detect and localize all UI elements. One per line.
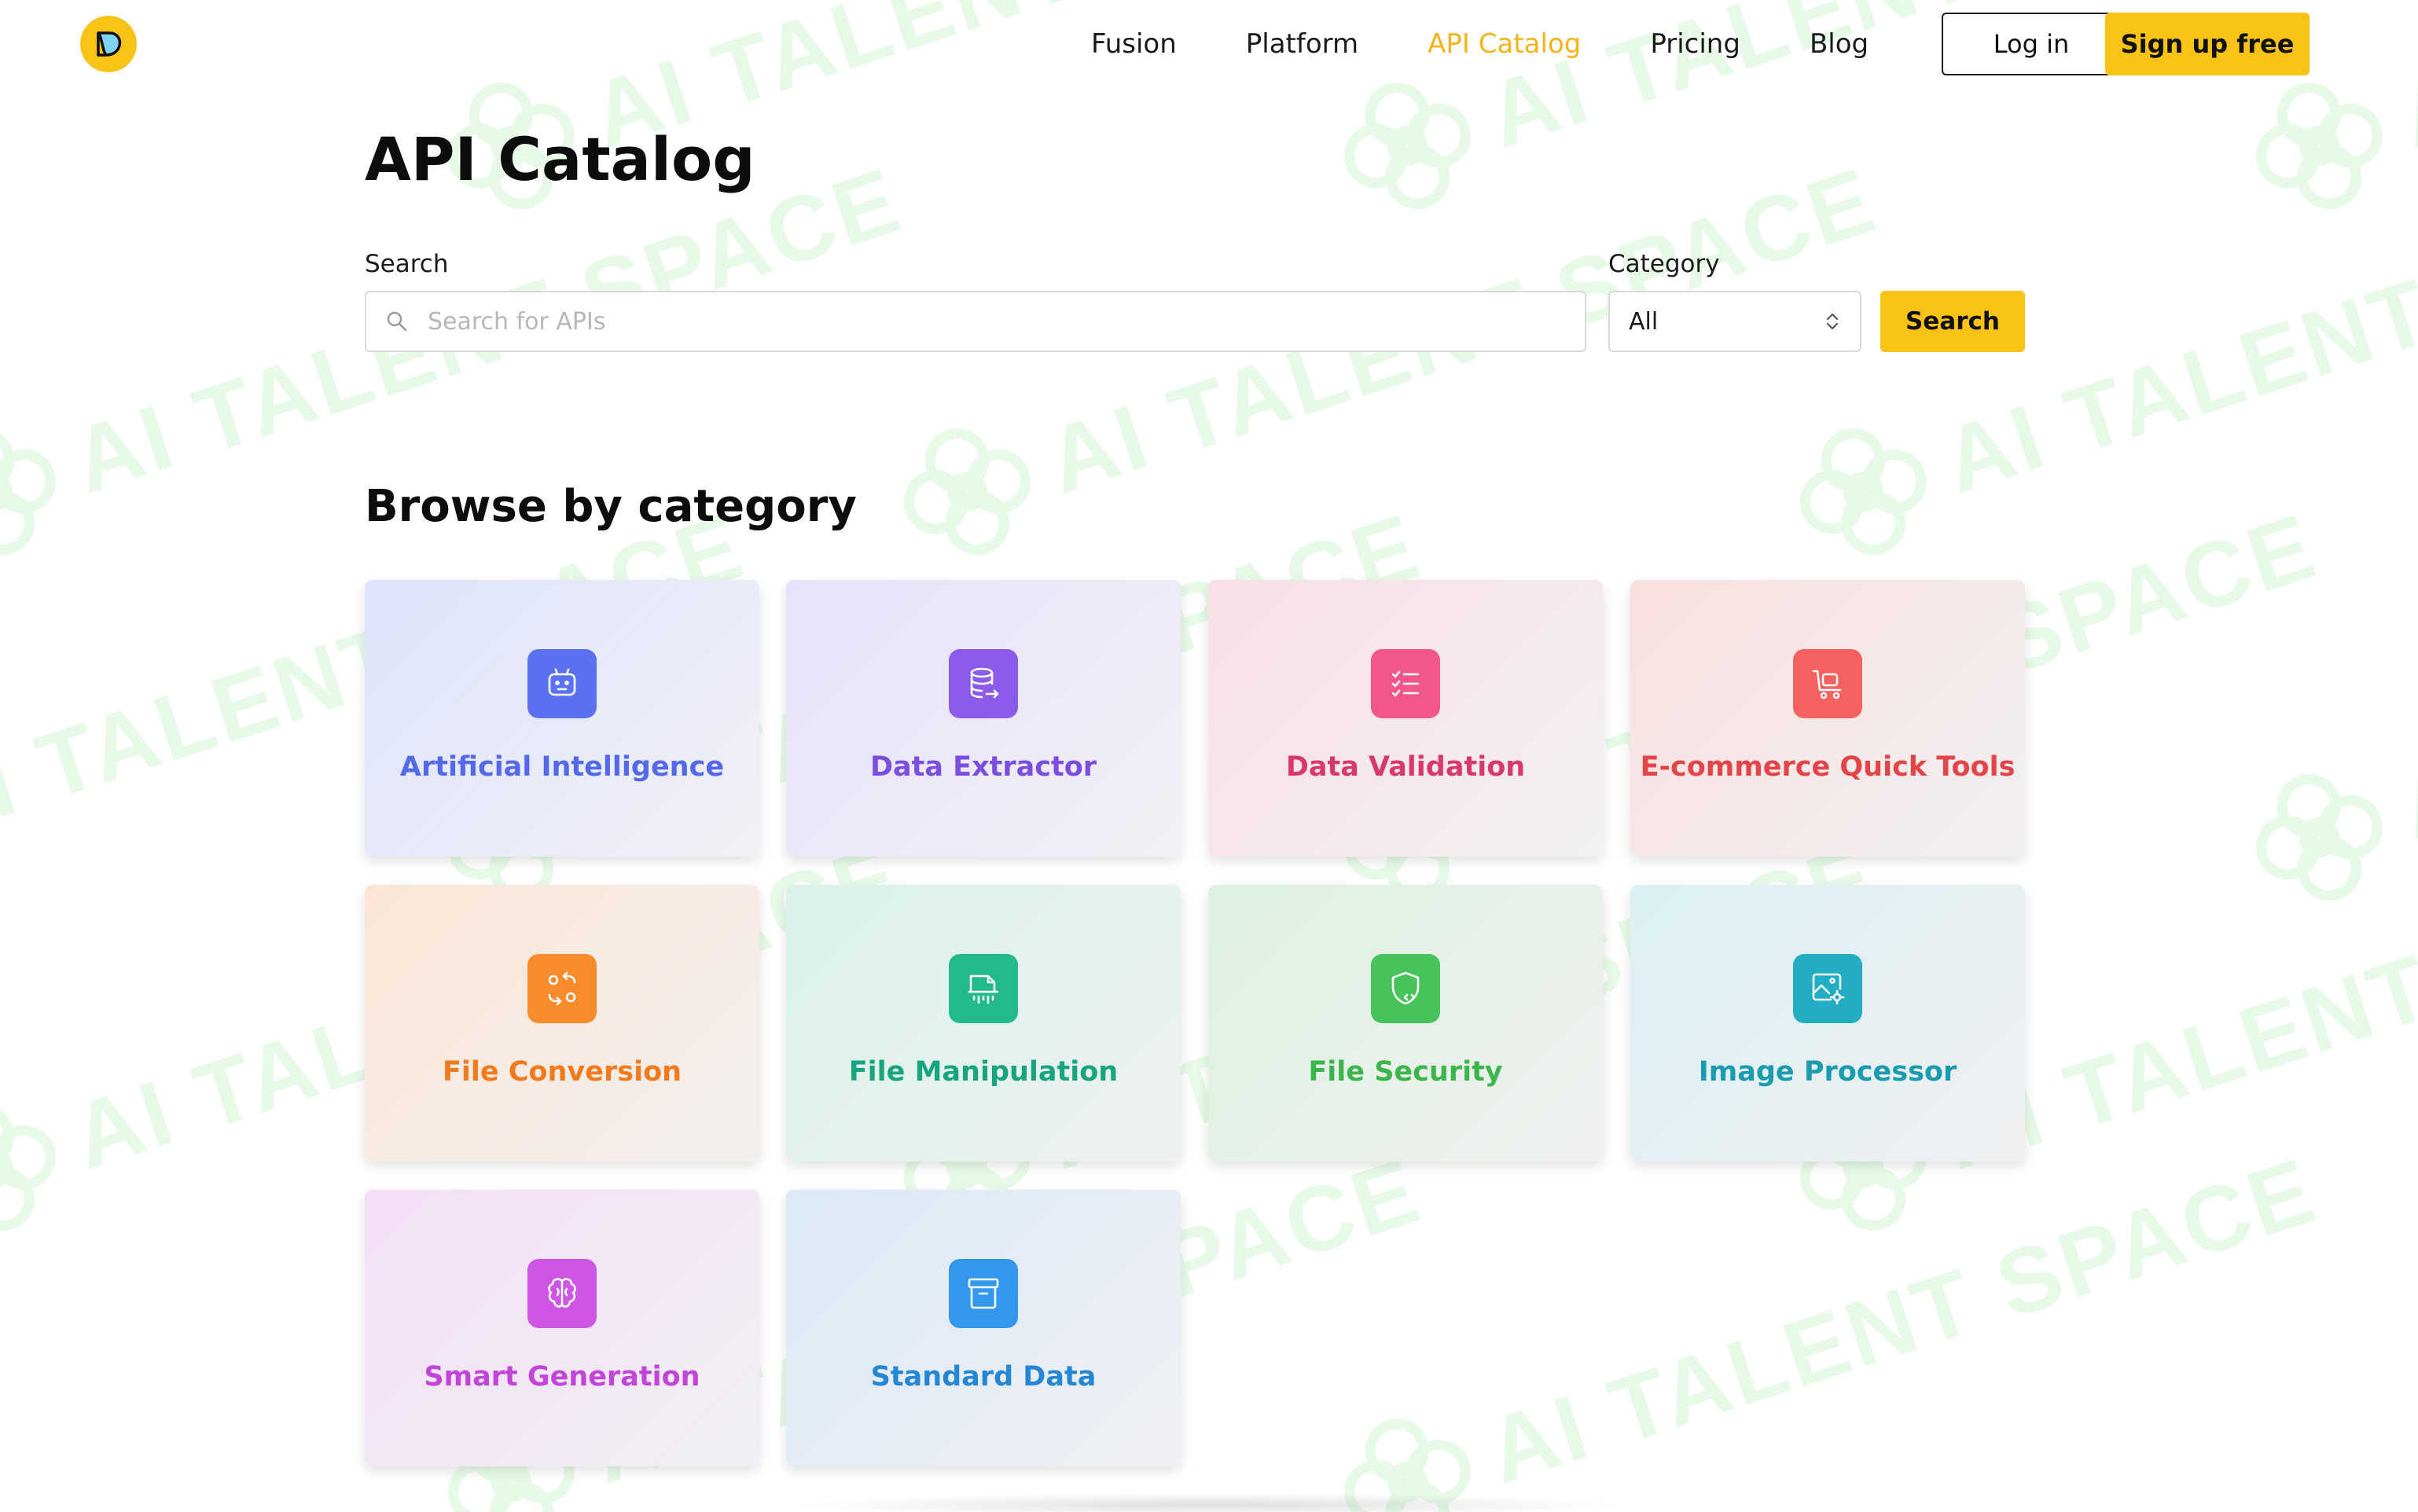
shopping-cart-icon	[1793, 649, 1862, 718]
category-name: Standard Data	[870, 1361, 1097, 1393]
category-name: Smart Generation	[424, 1361, 700, 1393]
category-label: Category	[1608, 250, 1720, 278]
search-input[interactable]	[428, 307, 1528, 336]
nav-link-pricing[interactable]: Pricing	[1650, 28, 1740, 60]
top-navigation-bar: Fusion Platform API Catalog Pricing Blog…	[0, 0, 2418, 88]
category-name: Data Validation	[1285, 751, 1526, 783]
brand-logo-glyph	[97, 31, 122, 57]
select-arrows-icon	[1826, 313, 1839, 330]
category-name: Data Extractor	[869, 751, 1097, 783]
category-card-file-security[interactable]: File Security	[1208, 885, 1603, 1162]
watermark-tile: AI TALENT SPACE	[1314, 1117, 2336, 1512]
signup-button[interactable]: Sign up free	[2105, 13, 2310, 75]
browse-by-category-heading: Browse by category	[365, 481, 857, 532]
watermark-tile: AI TALENT SPACE	[2225, 472, 2418, 931]
watermark-flower-icon	[2255, 774, 2383, 901]
category-name: Artificial Intelligence	[399, 751, 725, 783]
watermark-tile: AI TALENT SPACE	[873, 127, 1896, 585]
category-card-ecommerce-quick-tools[interactable]: E-commerce Quick Tools	[1630, 580, 2025, 857]
search-label: Search	[365, 250, 449, 278]
category-card-image-processor[interactable]: Image Processor	[1630, 885, 2025, 1162]
watermark-text: AI TALENT SPACE	[2387, 494, 2418, 860]
nav-link-api-catalog[interactable]: API Catalog	[1428, 28, 1581, 60]
archive-box-icon	[949, 1259, 1018, 1328]
category-name: File Manipulation	[848, 1056, 1119, 1088]
shield-code-icon	[1371, 954, 1440, 1023]
bottom-shadow	[786, 1493, 1635, 1512]
checklist-icon	[1371, 649, 1440, 718]
watermark-tile: AI TALENT SPACE	[1769, 127, 2418, 585]
login-button[interactable]: Log in	[1942, 13, 2121, 75]
category-name: File Conversion	[442, 1056, 682, 1088]
main-nav: Fusion Platform API Catalog Pricing Blog	[1091, 13, 1938, 75]
page-title: API Catalog	[365, 124, 755, 194]
convert-arrows-icon	[527, 954, 597, 1023]
category-selected-value: All	[1629, 307, 1659, 336]
search-icon	[387, 311, 407, 332]
watermark-flower-icon	[0, 1104, 56, 1231]
category-card-artificial-intelligence[interactable]: Artificial Intelligence	[365, 580, 759, 857]
category-card-smart-generation[interactable]: Smart Generation	[365, 1190, 759, 1466]
watermark-text: AI TALENT SPACE	[1475, 1138, 2329, 1504]
category-name: File Security	[1308, 1056, 1503, 1088]
watermark-flower-icon	[0, 428, 56, 556]
category-name: E-commerce Quick Tools	[1640, 751, 2016, 783]
category-card-standard-data[interactable]: Standard Data	[786, 1190, 1181, 1466]
watermark-flower-icon	[1799, 428, 1927, 556]
brand-logo-icon[interactable]	[80, 16, 137, 72]
brain-icon	[527, 1259, 597, 1328]
search-field[interactable]	[365, 291, 1586, 352]
robot-icon	[527, 649, 597, 718]
file-edit-icon	[949, 954, 1018, 1023]
nav-link-blog[interactable]: Blog	[1810, 28, 1869, 60]
category-select[interactable]: All	[1608, 291, 1861, 352]
nav-link-fusion[interactable]: Fusion	[1091, 28, 1177, 60]
watermark-flower-icon	[903, 428, 1031, 556]
category-card-data-validation[interactable]: Data Validation	[1208, 580, 1603, 857]
category-name: Image Processor	[1698, 1056, 1957, 1088]
image-settings-icon	[1793, 954, 1862, 1023]
category-card-data-extractor[interactable]: Data Extractor	[786, 580, 1181, 857]
nav-link-platform[interactable]: Platform	[1246, 28, 1358, 60]
search-button[interactable]: Search	[1880, 291, 2025, 352]
category-card-file-manipulation[interactable]: File Manipulation	[786, 885, 1181, 1162]
category-card-file-conversion[interactable]: File Conversion	[365, 885, 759, 1162]
database-export-icon	[949, 649, 1018, 718]
